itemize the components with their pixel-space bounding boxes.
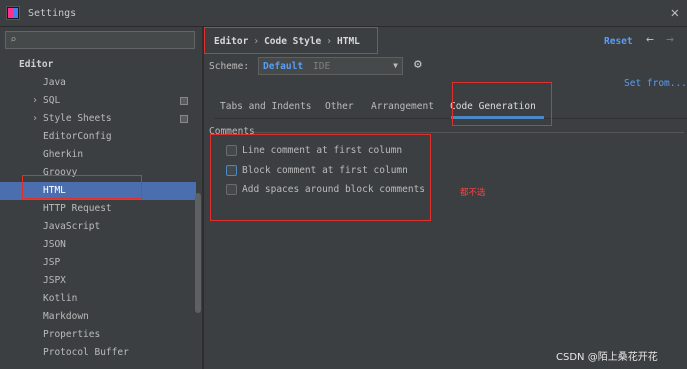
sidebar-item-label: Style Sheets <box>43 113 112 124</box>
search-icon: ⌕ <box>10 33 17 46</box>
sidebar-item-label: Kotlin <box>43 293 78 304</box>
sidebar-item-label: JavaScript <box>43 221 101 232</box>
sidebar-section-editor[interactable]: Editor <box>19 59 53 70</box>
back-arrow-icon[interactable]: ← <box>646 32 654 47</box>
scheme-label: Scheme: <box>209 61 250 72</box>
window-title: Settings <box>28 8 77 19</box>
tab-tabs-and-indents[interactable]: Tabs and Indents <box>220 101 312 112</box>
sidebar-item-label: JSON <box>43 239 66 250</box>
project-scope-icon <box>180 97 188 105</box>
annotation-box-html <box>22 175 142 199</box>
sidebar-item-markdown[interactable]: Markdown <box>0 308 196 326</box>
tab-arrangement[interactable]: Arrangement <box>371 101 434 112</box>
watermark: CSDN @陌上桑花开花 <box>556 352 658 363</box>
sidebar-item-properties[interactable]: Properties <box>0 326 196 344</box>
set-from-link[interactable]: Set from... <box>624 78 687 89</box>
tab-other[interactable]: Other <box>325 101 354 112</box>
search-box[interactable]: ⌕ <box>5 31 195 49</box>
sidebar-item-java[interactable]: Java <box>0 74 196 92</box>
sidebar-item-style-sheets[interactable]: › Style Sheets <box>0 110 196 128</box>
sidebar-item-json[interactable]: JSON <box>0 236 196 254</box>
settings-tree: Java › SQL › Style Sheets EditorConfig Ghe… <box>0 74 196 362</box>
close-icon[interactable]: ✕ <box>671 5 679 21</box>
sidebar-item-label: JSPX <box>43 275 66 286</box>
sidebar-item-editorconfig[interactable]: EditorConfig <box>0 128 196 146</box>
sidebar-item-http-request[interactable]: HTTP Request <box>0 200 196 218</box>
reset-link[interactable]: Reset <box>604 36 633 47</box>
chevron-down-icon: ▼ <box>393 61 398 70</box>
chevron-right-icon[interactable]: › <box>32 92 38 110</box>
sidebar-item-jsp[interactable]: JSP <box>0 254 196 272</box>
annotation-box-comments <box>210 134 431 221</box>
scheme-dropdown[interactable]: Default IDE ▼ <box>258 57 403 75</box>
sidebar-item-sql[interactable]: › SQL <box>0 92 196 110</box>
section-divider <box>254 132 684 133</box>
sidebar-item-label: Java <box>43 77 66 88</box>
sidebar-item-kotlin[interactable]: Kotlin <box>0 290 196 308</box>
sidebar-item-label: HTTP Request <box>43 203 112 214</box>
annotation-note: 都不选 <box>460 188 486 198</box>
app-logo-icon <box>6 6 20 20</box>
sidebar-item-label: Protocol Buffer <box>43 347 129 358</box>
chevron-right-icon[interactable]: › <box>32 110 38 128</box>
sidebar-item-protocol-buffer[interactable]: Protocol Buffer <box>0 344 196 362</box>
gear-icon[interactable]: ⚙ <box>414 57 422 72</box>
project-scope-icon <box>180 115 188 123</box>
settings-sidebar: ⌕ Editor Java › SQL › Style Sheets EditorC… <box>0 27 203 369</box>
sidebar-item-label: JSP <box>43 257 61 268</box>
annotation-box-tab <box>452 82 552 126</box>
sidebar-item-gherkin[interactable]: Gherkin <box>0 146 196 164</box>
sidebar-item-label: Properties <box>43 329 101 340</box>
sidebar-item-label: Markdown <box>43 311 89 322</box>
forward-arrow-icon[interactable]: → <box>666 32 674 47</box>
sidebar-item-label: EditorConfig <box>43 131 112 142</box>
settings-main-panel: Editor › Code Style › HTML Reset ← → Scheme:… <box>204 27 687 369</box>
sidebar-item-label: Gherkin <box>43 149 84 160</box>
sidebar-item-jspx[interactable]: JSPX <box>0 272 196 290</box>
scheme-scope: IDE <box>313 61 331 72</box>
annotation-box-breadcrumb <box>204 27 378 54</box>
sidebar-scrollbar[interactable] <box>195 193 201 313</box>
sidebar-item-label: SQL <box>43 95 61 106</box>
sidebar-item-javascript[interactable]: JavaScript <box>0 218 196 236</box>
search-input[interactable] <box>24 32 192 48</box>
scheme-value: Default <box>263 61 304 72</box>
title-bar: Settings ✕ <box>0 0 687 27</box>
